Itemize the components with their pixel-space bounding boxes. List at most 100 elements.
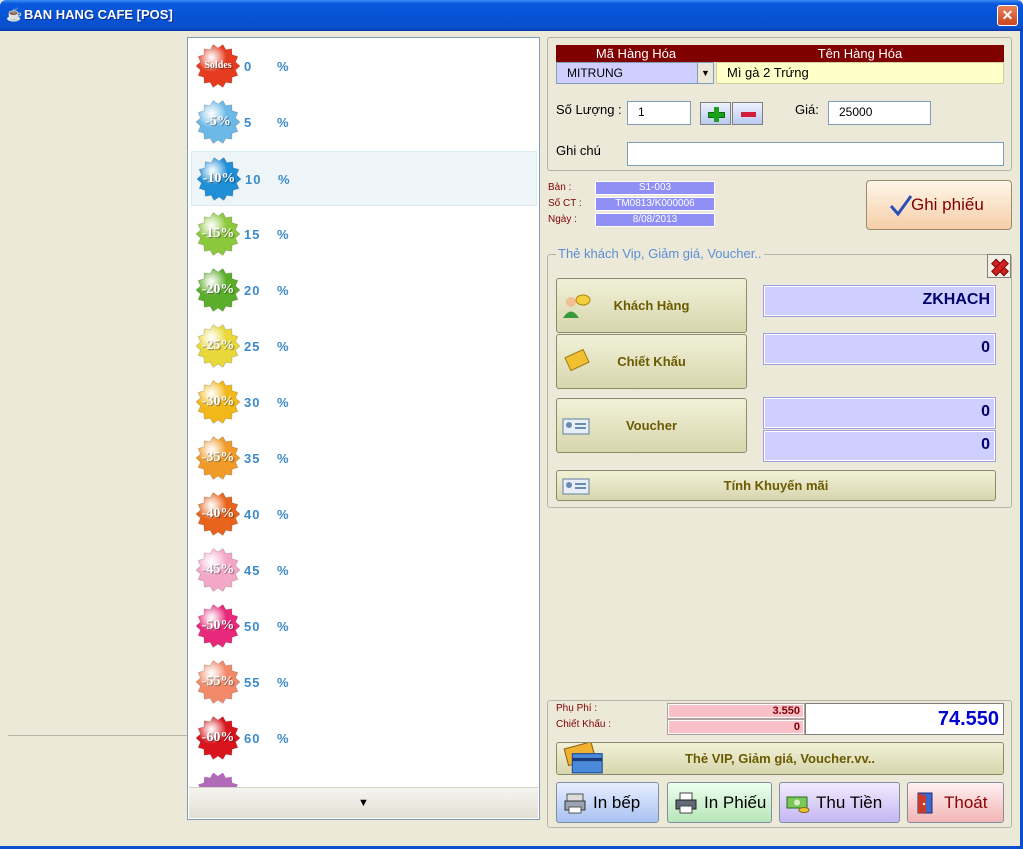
discount-badge-icon: Soldes [196, 44, 240, 88]
percent-symbol: % [277, 395, 289, 410]
note-input[interactable] [627, 142, 1004, 166]
discount-value: 55 [244, 675, 261, 690]
discount-row[interactable]: -45% 45% [191, 543, 537, 598]
percent-symbol: % [277, 451, 289, 466]
discount-row[interactable]: -30% 30% [191, 375, 537, 430]
qty-label: Số Lượng : [556, 102, 622, 117]
discount-badge-text: -25% [201, 338, 235, 353]
discount-badge-icon: -20% [196, 268, 240, 312]
discount-badge-icon: -55% [196, 660, 240, 704]
summary-discount-value: 0 [667, 719, 805, 735]
discount-row[interactable]: Soldes 0% [191, 39, 537, 94]
discount-badge-text: -30% [201, 394, 235, 409]
discount-row[interactable]: -10% 10% [191, 151, 537, 206]
voucher-button-label: Voucher [625, 418, 678, 433]
discount-value: 10 [245, 172, 262, 187]
discount-value: 30 [244, 395, 261, 410]
discount-value: 0 [763, 333, 996, 365]
percent-symbol: % [277, 675, 289, 690]
discount-row[interactable]: -20% 20% [191, 263, 537, 318]
date-label: Ngày : [548, 214, 577, 225]
date-value: 8/08/2013 [595, 213, 715, 227]
fee-label: Phụ Phí : [556, 703, 598, 714]
discount-row-partial[interactable] [191, 767, 537, 787]
card-icon [562, 418, 590, 434]
note-label: Ghi chú [556, 143, 601, 158]
close-button[interactable]: ✕ [997, 5, 1018, 26]
discount-value: 35 [244, 451, 261, 466]
percent-symbol: % [277, 339, 289, 354]
discount-row[interactable]: -55% 55% [191, 655, 537, 710]
discount-badge-icon: -10% [197, 157, 241, 201]
scroll-down-button[interactable]: ▼ [189, 787, 538, 818]
discount-row[interactable]: -35% 35% [191, 431, 537, 486]
customer-button[interactable]: Khách Hàng [556, 278, 747, 333]
item-name-field[interactable]: Mì gà 2 Trứng [716, 62, 1004, 84]
discount-badge-icon: -35% [196, 436, 240, 480]
cup-icon: ☕ [6, 7, 23, 22]
collect-payment-button[interactable]: Thu Tiền [779, 782, 900, 823]
calc-promo-button[interactable]: Tính Khuyến mãi [556, 470, 996, 501]
discount-badge-text: -60% [201, 730, 235, 745]
chevron-down-icon[interactable]: ▼ [697, 63, 713, 83]
discount-value: 60 [244, 731, 261, 746]
table-label: Bàn : [548, 182, 572, 193]
price-input[interactable]: 25000 [828, 101, 931, 125]
discount-badge-text: -10% [202, 171, 236, 186]
discount-button[interactable]: Chiết Khấu [556, 334, 747, 389]
percent-symbol: % [277, 115, 289, 130]
discount-value: 25 [244, 339, 261, 354]
credit-cards-icon [563, 742, 603, 773]
discount-badge-text: -35% [201, 450, 235, 465]
item-code-select[interactable]: MITRUNG ▼ [556, 62, 714, 84]
checkmark-icon [889, 195, 913, 217]
discount-badge-text: -45% [201, 562, 235, 577]
fee-value: 3.550 [667, 703, 805, 719]
discount-badge-icon: -60% [196, 716, 240, 760]
title-bar: ☕ BAN HANG CAFE [POS] ✕ [0, 0, 1023, 31]
item-code-value: MITRUNG [567, 66, 623, 80]
code-header: Mã Hàng Hóa [556, 45, 716, 62]
discount-row[interactable]: -40% 40% [191, 487, 537, 542]
vip-voucher-button[interactable]: Thẻ VIP, Giảm giá, Voucher.vv.. [556, 742, 1004, 775]
collect-payment-label: Thu Tiền [816, 793, 883, 812]
discount-row[interactable]: -60% 60% [191, 711, 537, 766]
exit-button[interactable]: Thoát [907, 782, 1004, 823]
discount-badge-icon: -15% [196, 212, 240, 256]
discount-row[interactable]: -15% 15% [191, 207, 537, 262]
discount-value: 0 [244, 59, 253, 74]
save-order-button[interactable]: Ghi phiếu [866, 180, 1012, 230]
printer-icon [675, 792, 697, 814]
discount-value: 45 [244, 563, 261, 578]
divider [8, 735, 187, 736]
discount-row[interactable]: -25% 25% [191, 319, 537, 374]
minus-icon[interactable] [732, 102, 763, 125]
discount-row[interactable]: -50% 50% [191, 599, 537, 654]
discount-badge-icon: -25% [196, 324, 240, 368]
discount-badge-text: -55% [201, 674, 235, 689]
customer-value: ZKHACH [763, 285, 996, 317]
kitchen-printer-icon [564, 793, 586, 814]
discount-list: -60% 60% -55% 55% -50% 50% -45% 45% -40% 40% -35% 3… [187, 37, 540, 820]
clear-icon[interactable] [987, 254, 1011, 278]
qty-input[interactable]: 1 [627, 101, 691, 125]
percent-symbol: % [277, 59, 289, 74]
exit-label: Thoát [944, 793, 988, 812]
discount-value: 40 [244, 507, 261, 522]
discount-badge-icon: -50% [196, 604, 240, 648]
voucher-button[interactable]: Voucher [556, 398, 747, 453]
print-receipt-button[interactable]: In Phiếu [667, 782, 772, 823]
discount-badge-text: -50% [201, 618, 235, 633]
discount-button-label: Chiết Khấu [617, 354, 686, 369]
promo-group-title: Thẻ khách Vip, Giảm giá, Voucher.. [556, 246, 764, 261]
discount-row[interactable]: -5% 5% [191, 95, 537, 150]
customer-button-label: Khách Hàng [613, 298, 690, 313]
print-kitchen-button[interactable]: In bếp [556, 782, 659, 823]
ticket-icon [564, 348, 590, 371]
discount-badge-icon: -45% [196, 548, 240, 592]
discount-badge-icon: -5% [196, 100, 240, 144]
discount-value: 50 [244, 619, 261, 634]
percent-symbol: % [278, 172, 290, 187]
print-receipt-label: In Phiếu [704, 793, 767, 812]
plus-icon[interactable] [700, 102, 731, 125]
